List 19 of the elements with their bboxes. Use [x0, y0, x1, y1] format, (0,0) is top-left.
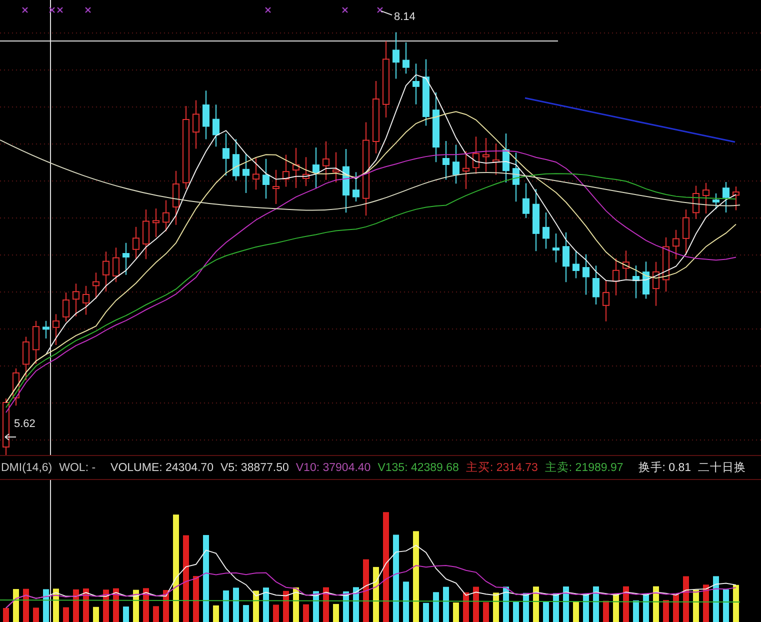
cross-marker-icon [377, 7, 383, 13]
indicator-value: 主买: 2314.73 [466, 460, 538, 475]
indicator-value: 换手: 0.81 [638, 460, 692, 475]
indicator-value: VOLUME: 24304.70 [110, 462, 214, 474]
cross-marker-icon [57, 7, 63, 13]
indicator-value: V135: 42389.68 [378, 462, 459, 474]
indicator-value: V10: 37904.40 [296, 462, 371, 474]
cross-marker-icon [265, 7, 271, 13]
high-price-label: 8.14 [394, 11, 416, 23]
indicator-value: DMI(14,6) [1, 462, 52, 474]
cross-marker-icon [22, 7, 28, 13]
indicator-value: V5: 38877.50 [220, 462, 289, 474]
indicator-value: 主卖: 21989.97 [544, 460, 624, 475]
indicator-value: WOL: - [59, 462, 96, 474]
cross-marker-icon [49, 7, 55, 13]
indicator-value: 二十日换 [698, 460, 746, 475]
cross-marker-icon [342, 7, 348, 13]
low-price-label: 5.62 [14, 418, 36, 430]
cross-marker-icon [85, 7, 91, 13]
